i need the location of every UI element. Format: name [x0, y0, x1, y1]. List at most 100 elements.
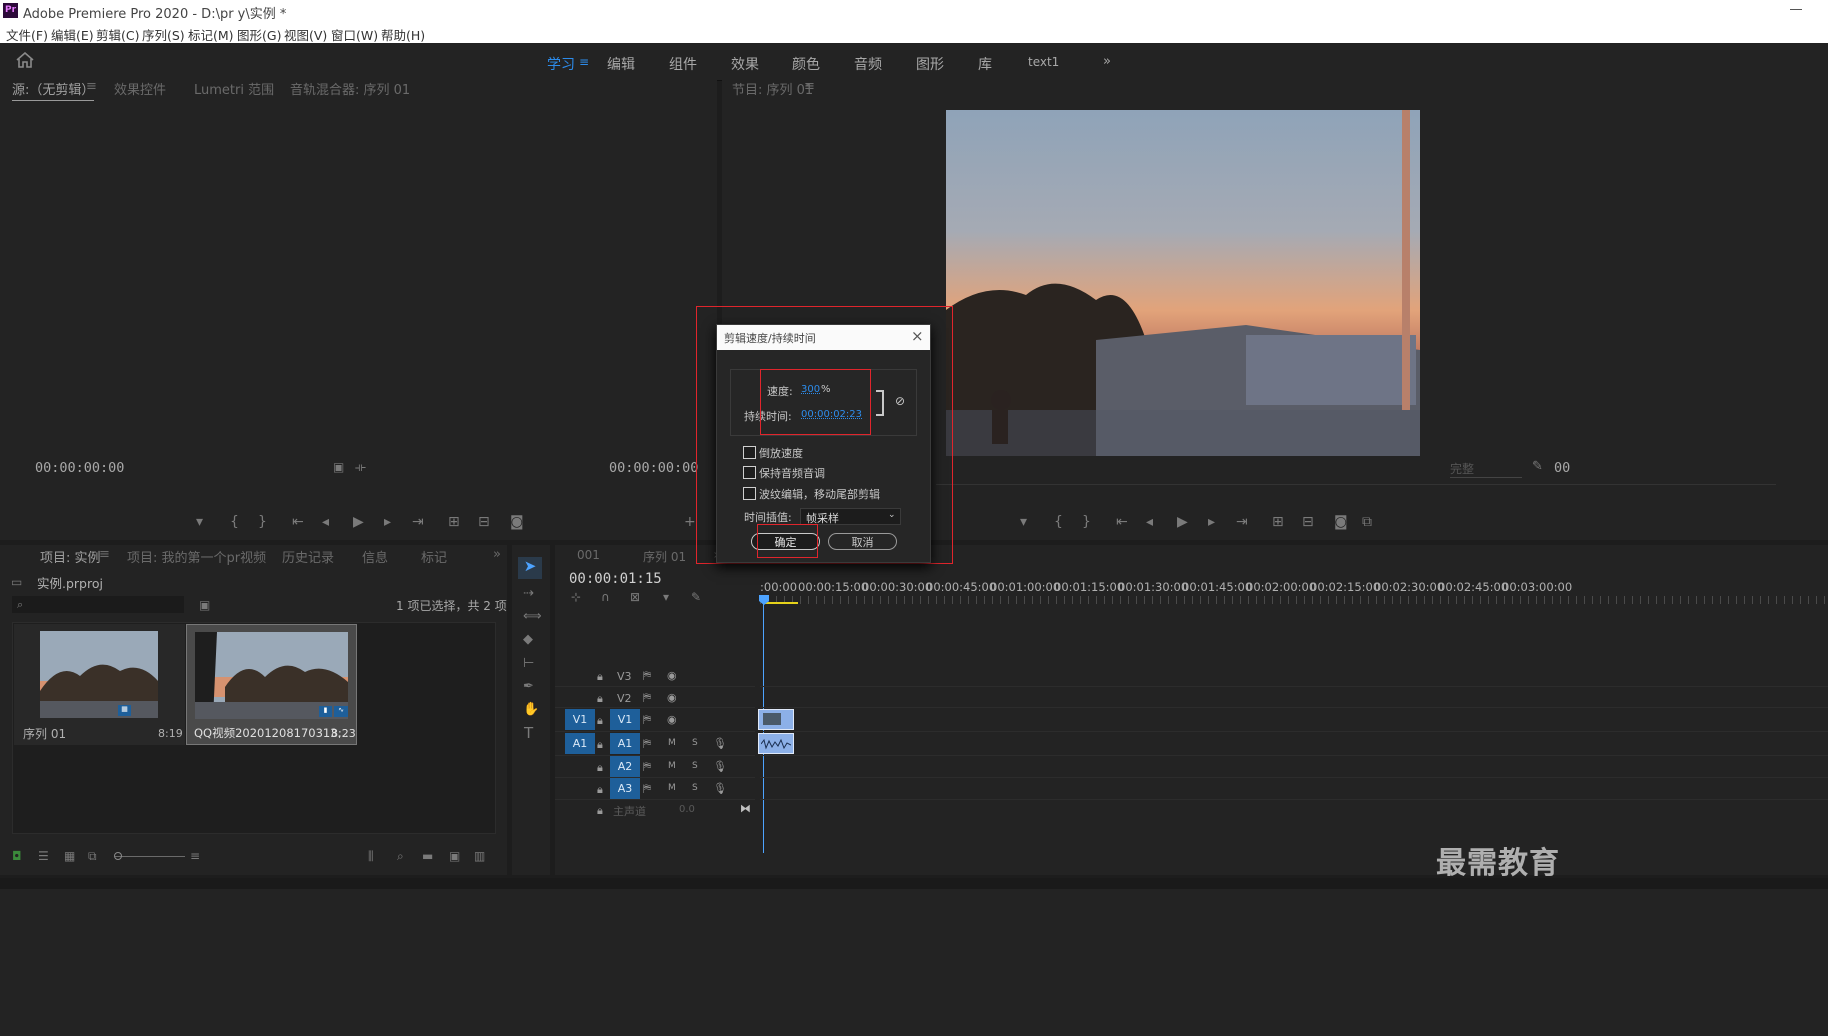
time-ruler[interactable]: :00:00 00:00:15:00 00:00:30:00 00:00:45:… [760, 578, 1828, 606]
source-patch-a1[interactable]: A1 [565, 733, 595, 754]
project-search-input[interactable]: ⌕ [12, 596, 184, 613]
type-tool-icon[interactable]: T [524, 726, 533, 741]
tab-info[interactable]: 信息 [362, 547, 388, 566]
tab-history[interactable]: 历史记录 [282, 547, 334, 566]
trash-icon[interactable]: ▥ [474, 849, 485, 863]
new-item-icon[interactable]: ▣ [449, 849, 460, 863]
eye-icon[interactable]: ◉ [667, 669, 677, 682]
linked-selection-icon[interactable]: ⊠ [630, 590, 640, 604]
menu-edit[interactable]: 编辑(E) [51, 25, 94, 44]
menu-file[interactable]: 文件(F) [6, 25, 48, 44]
workspace-effects[interactable]: 效果 [731, 54, 759, 74]
ripple-edit-checkbox[interactable] [743, 487, 756, 500]
track-target-a1[interactable]: A1 [610, 733, 640, 754]
lift-icon[interactable]: ⊞ [1272, 515, 1284, 529]
workspace-libraries[interactable]: 库 [978, 54, 992, 74]
program-go-to-in-icon[interactable]: ⇤ [1116, 515, 1128, 529]
track-name[interactable]: V2 [617, 692, 632, 705]
source-timecode-current[interactable]: 00:00:00:00 [35, 460, 124, 476]
minimize-icon[interactable] [1790, 9, 1802, 10]
new-bin-icon[interactable]: ▬ [422, 849, 433, 863]
audio-clip[interactable] [758, 733, 794, 754]
timeline-settings-icon[interactable]: ✎ [691, 590, 701, 604]
timeline-timecode[interactable]: 00:00:01:15 [569, 571, 662, 587]
track-select-icon[interactable]: ⇢ [523, 587, 534, 601]
insert-icon[interactable]: ⟛ [355, 460, 366, 474]
master-value[interactable]: 0.0 [679, 804, 695, 815]
workspace-color[interactable]: 颜色 [792, 54, 820, 74]
reverse-speed-checkbox[interactable] [743, 446, 756, 459]
zoom-slider[interactable] [115, 856, 185, 857]
program-step-back-icon[interactable]: ◂ [1146, 515, 1153, 529]
keep-pitch-checkbox[interactable] [743, 466, 756, 479]
workspace-overflow-icon[interactable]: » [1103, 54, 1111, 69]
workspace-audio[interactable]: 音频 [854, 54, 882, 74]
track-target-a3[interactable]: A3 [610, 778, 640, 799]
tab-lumetri-scopes[interactable]: Lumetri 范围 [194, 79, 274, 98]
timeline-marker-icon[interactable]: ▾ [663, 590, 669, 604]
mute-button[interactable]: M [668, 783, 676, 793]
new-bin-from-search-icon[interactable]: ▣ [199, 598, 210, 612]
sync-lock-icon[interactable]: ⛿ [643, 691, 651, 705]
eye-icon[interactable]: ◉ [667, 713, 677, 726]
close-icon[interactable]: × [911, 327, 924, 345]
menu-window[interactable]: 窗口(W) [331, 25, 378, 44]
menu-clip[interactable]: 剪辑(C) [96, 25, 139, 44]
go-to-out-icon[interactable]: ⇥ [412, 515, 424, 529]
insert-clip-icon[interactable]: ⊞ [448, 515, 460, 529]
project-item-sequence[interactable]: ▦ 序列 01 8:19 [14, 624, 185, 745]
tab-timeline-sequence[interactable]: 序列 01 [643, 548, 686, 565]
automate-icon[interactable]: ⫼ [368, 849, 374, 863]
wrench-icon[interactable]: ✎ [1532, 460, 1543, 474]
snap-icon[interactable]: ∩ [601, 590, 610, 604]
compare-view-icon[interactable]: ⧉ [1362, 515, 1372, 529]
tab-source[interactable]: 源:（无剪辑） [12, 79, 95, 101]
lock-track-icon[interactable]: 🔒︎ [597, 761, 603, 775]
extract-icon[interactable]: ⊟ [1302, 515, 1314, 529]
program-mark-out-icon[interactable]: } [1082, 515, 1091, 529]
menu-sequence[interactable]: 序列(S) [142, 25, 185, 44]
program-add-marker-icon[interactable]: ▾ [1020, 515, 1027, 529]
mark-out-icon[interactable]: } [258, 515, 267, 529]
tab-audio-mixer[interactable]: 音轨混合器: 序列 01 [290, 79, 410, 98]
overwrite-icon[interactable]: ⊟ [478, 515, 490, 529]
mute-button[interactable]: M [668, 738, 676, 748]
lock-track-icon[interactable]: 🔒︎ [597, 738, 603, 752]
tab-effect-controls[interactable]: 效果控件 [114, 79, 166, 98]
workspace-graphics[interactable]: 图形 [916, 54, 944, 74]
workspace-edit[interactable]: 编辑 [607, 54, 635, 74]
lock-icon[interactable]: ◘ [12, 849, 22, 863]
microphone-icon[interactable]: 🎙︎ [713, 782, 727, 795]
program-go-to-out-icon[interactable]: ⇥ [1236, 515, 1248, 529]
mute-button[interactable]: M [668, 761, 676, 771]
nest-icon[interactable]: ⊹ [571, 590, 581, 604]
video-clip[interactable] [758, 709, 794, 730]
fit-dropdown[interactable]: 完整 [1450, 460, 1522, 478]
program-step-forward-icon[interactable]: ▸ [1208, 515, 1215, 529]
interpolation-select[interactable]: 帧采样 ⌄ [800, 508, 901, 525]
tab-source-menu-icon[interactable]: ≡ [86, 79, 97, 94]
source-patch-v1[interactable]: V1 [565, 709, 595, 730]
program-camera-icon[interactable]: ◙ [1334, 515, 1348, 529]
lock-track-icon[interactable]: 🔒︎ [597, 714, 603, 728]
chain-link-icon[interactable]: ⊘ [895, 394, 905, 408]
menu-help[interactable]: 帮助(H) [381, 25, 425, 44]
solo-button[interactable]: S [692, 783, 698, 793]
lock-track-icon[interactable]: 🔒︎ [597, 804, 603, 818]
list-view-icon[interactable]: ☰ [38, 849, 49, 863]
sort-icon[interactable]: ≡ [190, 849, 200, 863]
program-scrub-bar[interactable] [936, 484, 1776, 498]
lock-track-icon[interactable]: 🔒︎ [597, 692, 603, 706]
selection-tool-icon[interactable]: ➤ [518, 557, 542, 579]
sync-lock-icon[interactable]: ⛿ [643, 713, 651, 727]
track-target-a2[interactable]: A2 [610, 756, 640, 777]
project-item-video[interactable]: ▮ ∿ QQ视频20201208170313... 8;23 [186, 624, 357, 745]
play-icon[interactable]: ▶ [353, 515, 364, 529]
microphone-icon[interactable]: 🎙︎ [713, 760, 727, 773]
sync-lock-icon[interactable]: ⛿ [643, 737, 651, 751]
tab-program[interactable]: 节目: 序列 01 [732, 79, 813, 98]
add-marker-icon[interactable]: ▾ [196, 515, 203, 529]
lock-track-icon[interactable]: 🔒︎ [597, 783, 603, 797]
razor-icon[interactable]: ◆ [523, 633, 533, 647]
menu-graphics[interactable]: 图形(G) [237, 25, 281, 44]
